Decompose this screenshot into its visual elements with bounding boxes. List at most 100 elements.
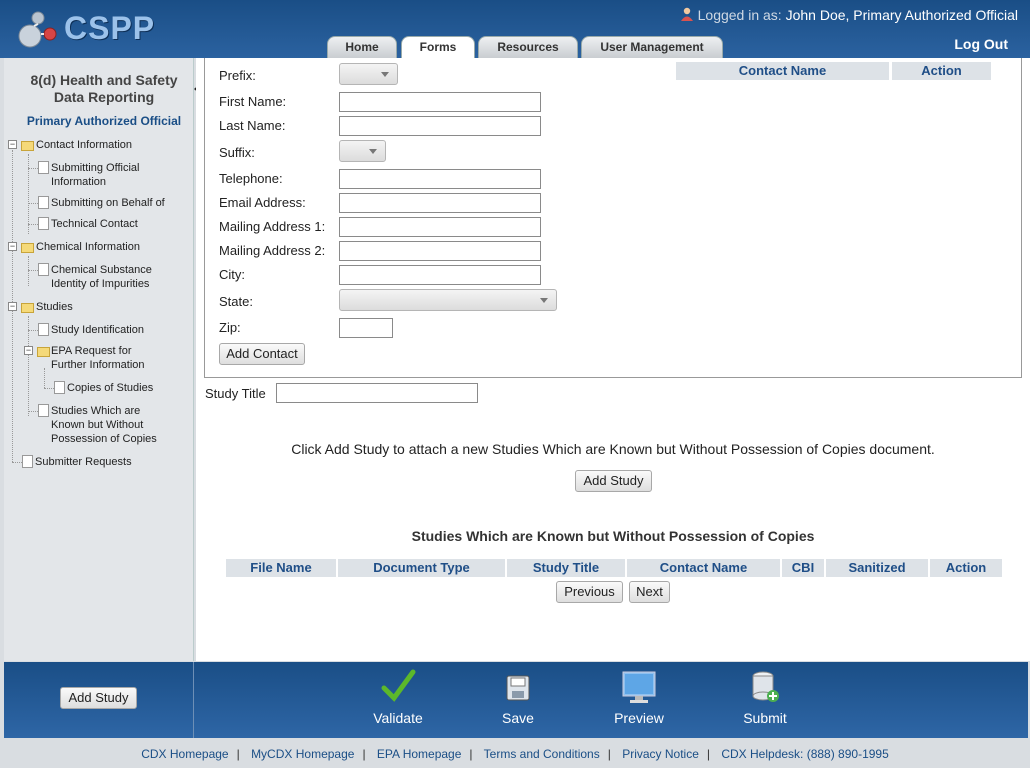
email-field[interactable]	[339, 193, 541, 213]
contact-name-column-header: Contact Name	[627, 559, 780, 577]
tree-submitting-official-information[interactable]: Submitting Official Information	[51, 161, 139, 189]
tree-line	[28, 168, 38, 169]
preview-button[interactable]: Preview	[599, 668, 679, 726]
tree-line	[44, 368, 45, 388]
separator: |	[706, 747, 710, 761]
document-icon	[54, 381, 65, 394]
tree-submitter-requests[interactable]: Submitter Requests	[35, 455, 132, 469]
logo-text: CSPP	[64, 10, 156, 46]
save-label: Save	[502, 710, 534, 726]
cdx-homepage-link[interactable]: CDX Homepage	[141, 747, 228, 761]
tree-contact-information[interactable]: Contact Information	[36, 138, 132, 152]
tree-submitting-on-behalf-of[interactable]: Submitting on Behalf of	[51, 196, 165, 210]
separator: |	[607, 747, 611, 761]
tab-home[interactable]: Home	[327, 36, 397, 58]
tree-technical-contact[interactable]: Technical Contact	[51, 217, 138, 231]
tab-user-management[interactable]: User Management	[581, 36, 723, 58]
add-study-footer-button[interactable]: Add Study	[60, 687, 137, 709]
city-field[interactable]	[339, 265, 541, 285]
folder-icon	[21, 141, 34, 151]
contact-form: Prefix: First Name: Last Name: Suffix: T…	[204, 58, 1022, 378]
study-title-field[interactable]	[276, 383, 478, 403]
logged-in-label: Logged in as:	[697, 7, 782, 23]
footer-links: CDX Homepage | MyCDX Homepage | EPA Homepa…	[0, 747, 1030, 761]
state-select[interactable]	[339, 289, 557, 311]
first-name-label: First Name:	[219, 94, 287, 109]
previous-button[interactable]: Previous	[556, 581, 623, 603]
tree-line	[12, 462, 22, 463]
tree-line	[28, 203, 38, 204]
collapse-toggle-icon[interactable]: −	[8, 140, 17, 149]
collapse-toggle-icon[interactable]: −	[8, 302, 17, 311]
email-label: Email Address:	[219, 195, 306, 210]
tree-item-line: Information	[51, 176, 107, 188]
tree-line	[28, 224, 38, 225]
cdx-helpdesk-link[interactable]: CDX Helpdesk: (888) 890-1995	[721, 747, 888, 761]
mycdx-homepage-link[interactable]: MyCDX Homepage	[251, 747, 354, 761]
add-contact-button[interactable]: Add Contact	[219, 343, 305, 365]
tree-item-line: Studies Which are	[51, 405, 141, 417]
validate-label: Validate	[373, 710, 423, 726]
first-name-field[interactable]	[339, 92, 541, 112]
collapse-toggle-icon[interactable]: −	[24, 346, 33, 355]
suffix-select[interactable]	[339, 140, 386, 162]
login-status: Logged in as: John Doe, Primary Authoriz…	[680, 7, 1018, 23]
study-title-column-header: Study Title	[507, 559, 625, 577]
telephone-field[interactable]	[339, 169, 541, 189]
suffix-label: Suffix:	[219, 145, 255, 160]
document-type-column-header: Document Type	[338, 559, 505, 577]
tab-forms[interactable]: Forms	[401, 36, 475, 59]
studies-table-title: Studies Which are Known but Without Poss…	[411, 528, 815, 544]
tree-studies-known-without-copies[interactable]: Studies Which are Known but Without Poss…	[51, 404, 157, 446]
epa-homepage-link[interactable]: EPA Homepage	[377, 747, 462, 761]
zip-label: Zip:	[219, 320, 241, 335]
tree-copies-of-studies[interactable]: Copies of Studies	[67, 381, 153, 395]
document-icon	[38, 161, 49, 174]
tree-chemical-information[interactable]: Chemical Information	[36, 240, 140, 254]
sidebar-role: Primary Authorized Official	[26, 114, 182, 128]
tree-item-line: Identity of Impurities	[51, 278, 150, 290]
add-study-button[interactable]: Add Study	[575, 470, 652, 492]
tree-line	[28, 154, 29, 234]
tree-item-line: Submitting Official	[51, 162, 140, 174]
tree-chemical-substance-identity[interactable]: Chemical Substance Identity of Impuritie…	[51, 263, 152, 291]
collapse-toggle-icon[interactable]: −	[8, 242, 17, 251]
tree-epa-request[interactable]: EPA Request for Further Information	[51, 344, 145, 372]
prefix-label: Prefix:	[219, 68, 256, 83]
floppy-disk-icon	[506, 675, 530, 701]
document-icon	[38, 404, 49, 417]
terms-link[interactable]: Terms and Conditions	[484, 747, 600, 761]
document-icon	[38, 196, 49, 209]
document-icon	[22, 455, 33, 468]
file-name-column-header: File Name	[226, 559, 336, 577]
last-name-field[interactable]	[339, 116, 541, 136]
action-column-header: Action	[892, 62, 991, 80]
database-add-icon	[752, 671, 779, 702]
document-icon	[38, 323, 49, 336]
folder-icon	[21, 303, 34, 313]
logout-link[interactable]: Log Out	[954, 36, 1008, 52]
submit-button[interactable]: Submit	[725, 668, 805, 726]
zip-field[interactable]	[339, 318, 393, 338]
privacy-notice-link[interactable]: Privacy Notice	[622, 747, 699, 761]
separator: |	[236, 747, 240, 761]
mailing-address-1-field[interactable]	[339, 217, 541, 237]
sanitized-column-header: Sanitized	[826, 559, 928, 577]
user-icon	[680, 7, 693, 21]
tree-study-identification[interactable]: Study Identification	[51, 323, 144, 337]
cspp-logo[interactable]: CSPP	[16, 6, 156, 50]
tab-resources[interactable]: Resources	[478, 36, 578, 58]
main-content: Prefix: First Name: Last Name: Suffix: T…	[196, 58, 1030, 661]
separator: |	[362, 747, 366, 761]
save-button[interactable]: Save	[478, 668, 558, 726]
user-name: John Doe, Primary Authorized Official	[785, 7, 1018, 23]
last-name-label: Last Name:	[219, 118, 286, 133]
folder-icon	[37, 347, 50, 357]
tree-item-line: Possession of Copies	[51, 433, 157, 445]
prefix-select[interactable]	[339, 63, 398, 85]
mailing-address-2-field[interactable]	[339, 241, 541, 261]
next-button[interactable]: Next	[629, 581, 670, 603]
tree-studies[interactable]: Studies	[36, 300, 73, 314]
validate-button[interactable]: Validate	[358, 668, 438, 726]
sidebar: 8(d) Health and Safety Data Reporting Pr…	[4, 58, 201, 661]
